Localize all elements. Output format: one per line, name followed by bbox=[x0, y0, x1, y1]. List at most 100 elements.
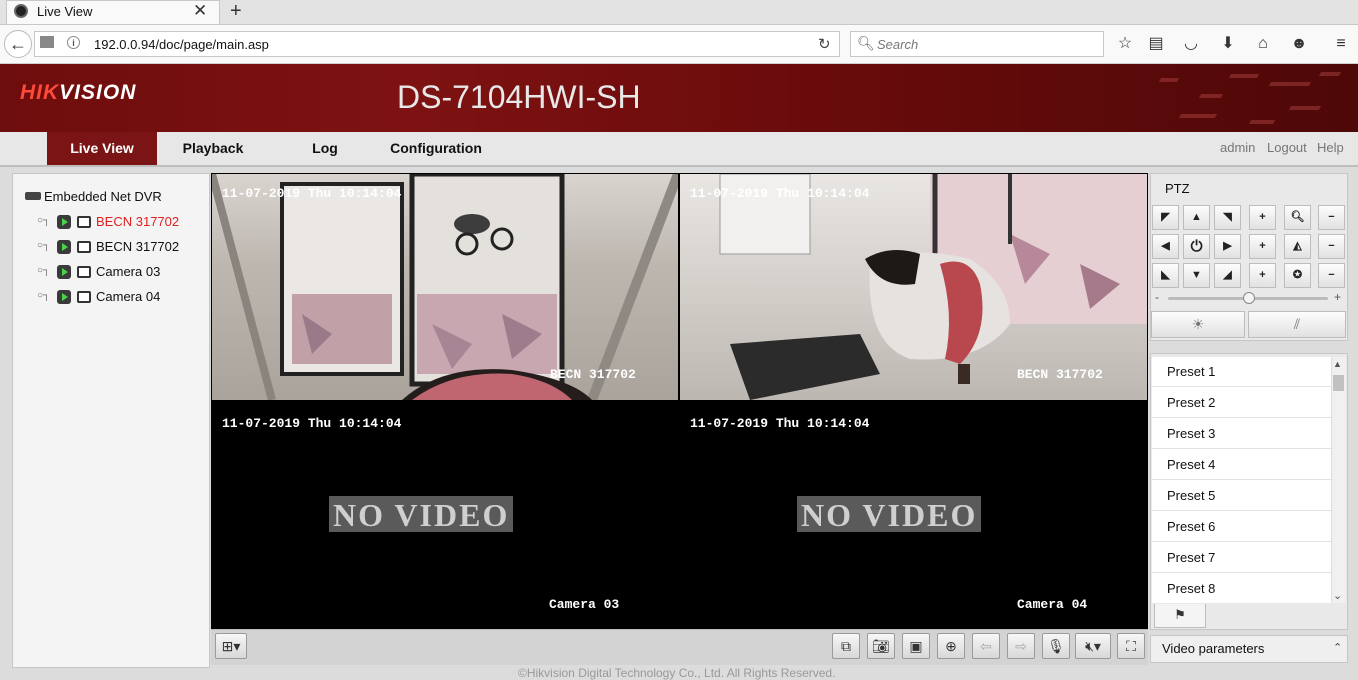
pocket-icon[interactable]: ◡ bbox=[1181, 34, 1201, 54]
wiper-icon[interactable]: ⫽ bbox=[1248, 311, 1346, 338]
copyright-footer: ©Hikvision Digital Technology Co., Ltd. … bbox=[518, 666, 836, 680]
scroll-up-icon[interactable]: ▲ bbox=[1333, 359, 1342, 369]
preset-item[interactable]: Preset 1 bbox=[1152, 357, 1331, 387]
preset-flag-icon[interactable]: ⚑ bbox=[1154, 604, 1206, 628]
iris-plus-icon[interactable]: + bbox=[1249, 263, 1276, 288]
new-tab-button[interactable]: + bbox=[230, 0, 242, 23]
record-icon[interactable] bbox=[77, 216, 91, 228]
play-status-icon[interactable] bbox=[57, 240, 71, 254]
scroll-thumb[interactable] bbox=[1333, 375, 1344, 391]
preset-list[interactable]: Preset 1 Preset 2 Preset 3 Preset 4 Pres… bbox=[1152, 357, 1331, 603]
device-model-title: DS-7104HWI-SH bbox=[397, 79, 641, 115]
logout-link[interactable]: Logout bbox=[1267, 140, 1307, 155]
microphone-icon[interactable]: 🎙︎ bbox=[1042, 633, 1070, 659]
dvr-icon bbox=[25, 192, 41, 200]
hamburger-menu-icon[interactable]: ≡ bbox=[1331, 34, 1351, 54]
connection-icon: ○┐ bbox=[37, 265, 51, 276]
video-tile-3[interactable]: 11-07-2019 Thu 10:14:04 NO VIDEO Camera … bbox=[212, 402, 678, 628]
light-icon[interactable]: ☀ bbox=[1151, 311, 1245, 338]
ptz-up-right-icon[interactable]: ◥ bbox=[1214, 205, 1241, 230]
zoom-plus-icon[interactable]: + bbox=[1249, 205, 1276, 230]
ptz-title: PTZ bbox=[1165, 181, 1190, 196]
play-status-icon[interactable] bbox=[57, 265, 71, 279]
tile-camera-name: Camera 04 bbox=[1017, 597, 1088, 612]
tile-timestamp: 11-07-2019 Thu 10:14:04 bbox=[222, 416, 402, 431]
video-tile-4[interactable]: 11-07-2019 Thu 10:14:04 NO VIDEO Camera … bbox=[680, 402, 1147, 628]
zoom-minus-icon[interactable]: − bbox=[1318, 205, 1345, 230]
zoom-magnifier-icon: 🔍︎ bbox=[1284, 205, 1311, 230]
ptz-right-icon[interactable]: ▶ bbox=[1214, 234, 1241, 259]
capture-camera-icon[interactable]: 📷︎ bbox=[867, 633, 895, 659]
ptz-up-icon[interactable]: ▲ bbox=[1183, 205, 1210, 230]
focus-plus-icon[interactable]: + bbox=[1249, 234, 1276, 259]
record-all-icon[interactable]: ▣ bbox=[902, 633, 930, 659]
zoom-in-icon[interactable]: ⊕ bbox=[937, 633, 965, 659]
play-status-icon[interactable] bbox=[57, 290, 71, 304]
tab-playback[interactable]: Playback bbox=[166, 132, 260, 165]
tab-configuration[interactable]: Configuration bbox=[380, 132, 492, 165]
video-tile-2[interactable]: 11-07-2019 Thu 10:14:04 BECN 317702 bbox=[680, 174, 1147, 400]
close-tab-icon[interactable]: ✕ bbox=[193, 1, 207, 21]
play-status-icon[interactable] bbox=[57, 215, 71, 229]
reload-icon[interactable]: ↻ bbox=[818, 35, 831, 53]
record-icon[interactable] bbox=[77, 241, 91, 253]
info-icon[interactable]: i bbox=[67, 36, 80, 49]
tile-camera-name: Camera 03 bbox=[549, 597, 620, 612]
no-video-label: NO VIDEO bbox=[797, 496, 982, 533]
tab-log[interactable]: Log bbox=[300, 132, 350, 165]
preset-item[interactable]: Preset 4 bbox=[1152, 450, 1331, 480]
camera-node-3[interactable]: Camera 03 bbox=[96, 264, 160, 279]
video-grid[interactable]: 11-07-2019 Thu 10:14:04 BECN 317702 11-0… bbox=[211, 173, 1148, 629]
video-parameters-label: Video parameters bbox=[1162, 641, 1265, 656]
app-header bbox=[0, 64, 1358, 132]
window-layout-icon[interactable]: ⊞▾ bbox=[215, 633, 247, 659]
camera-node-2[interactable]: BECN 317702 bbox=[96, 239, 179, 254]
previous-page-icon[interactable]: ⇦ bbox=[972, 633, 1000, 659]
preset-item[interactable]: Preset 8 bbox=[1152, 574, 1331, 603]
preset-item[interactable]: Preset 2 bbox=[1152, 388, 1331, 418]
dvr-root-node[interactable]: Embedded Net DVR bbox=[44, 189, 162, 204]
tab-live-view[interactable]: Live View bbox=[47, 132, 157, 165]
preset-item[interactable]: Preset 5 bbox=[1152, 481, 1331, 511]
ptz-speed-slider-thumb[interactable] bbox=[1243, 292, 1255, 304]
camera-favicon-icon bbox=[14, 4, 28, 18]
camera-node-4[interactable]: Camera 04 bbox=[96, 289, 160, 304]
next-page-icon[interactable]: ⇨ bbox=[1007, 633, 1035, 659]
back-arrow-icon[interactable]: ← bbox=[4, 30, 32, 58]
ptz-auto-icon[interactable]: ⏻ bbox=[1183, 234, 1210, 259]
reading-list-icon[interactable]: ▤ bbox=[1146, 34, 1166, 54]
focus-minus-icon[interactable]: − bbox=[1318, 234, 1345, 259]
ptz-left-icon[interactable]: ◀ bbox=[1152, 234, 1179, 259]
camera-node-1[interactable]: BECN 317702 bbox=[96, 214, 179, 229]
fullscreen-icon[interactable]: ⛶ bbox=[1117, 633, 1145, 659]
ptz-up-left-icon[interactable]: ◤ bbox=[1152, 205, 1179, 230]
bookmark-star-icon[interactable]: ☆ bbox=[1115, 34, 1135, 54]
search-placeholder: Search bbox=[877, 37, 919, 52]
preset-item[interactable]: Preset 7 bbox=[1152, 543, 1331, 573]
home-icon[interactable]: ⌂ bbox=[1253, 34, 1273, 54]
record-icon[interactable] bbox=[77, 291, 91, 303]
tile-timestamp: 11-07-2019 Thu 10:14:04 bbox=[222, 186, 402, 201]
url-text[interactable]: 192.0.0.94/doc/page/main.asp bbox=[94, 37, 269, 52]
ptz-down-right-icon[interactable]: ◢ bbox=[1214, 263, 1241, 288]
preset-item[interactable]: Preset 6 bbox=[1152, 512, 1331, 542]
volume-mute-icon[interactable]: 🔇︎▾ bbox=[1075, 633, 1111, 659]
record-icon[interactable] bbox=[77, 266, 91, 278]
ptz-down-icon[interactable]: ▼ bbox=[1183, 263, 1210, 288]
speed-max-label: + bbox=[1334, 290, 1342, 304]
hikvision-logo: HIKVISION bbox=[20, 81, 137, 104]
video-tile-1[interactable]: 11-07-2019 Thu 10:14:04 BECN 317702 bbox=[212, 174, 678, 400]
help-link[interactable]: Help bbox=[1317, 140, 1344, 155]
preset-item[interactable]: Preset 3 bbox=[1152, 419, 1331, 449]
iris-minus-icon[interactable]: − bbox=[1318, 263, 1345, 288]
page-icon bbox=[40, 36, 54, 48]
preset-scrollbar[interactable] bbox=[1331, 357, 1346, 603]
chevron-up-icon[interactable]: ⌃ bbox=[1333, 641, 1342, 654]
download-icon[interactable]: ⬇ bbox=[1218, 34, 1238, 54]
connection-icon: ○┐ bbox=[37, 240, 51, 251]
stop-all-icon[interactable]: ⧉ bbox=[832, 633, 860, 659]
scroll-down-icon[interactable]: ⌄ bbox=[1333, 589, 1342, 602]
ptz-down-left-icon[interactable]: ◣ bbox=[1152, 263, 1179, 288]
chat-icon[interactable]: ☻ bbox=[1289, 34, 1309, 54]
user-admin-link[interactable]: admin bbox=[1220, 140, 1255, 155]
